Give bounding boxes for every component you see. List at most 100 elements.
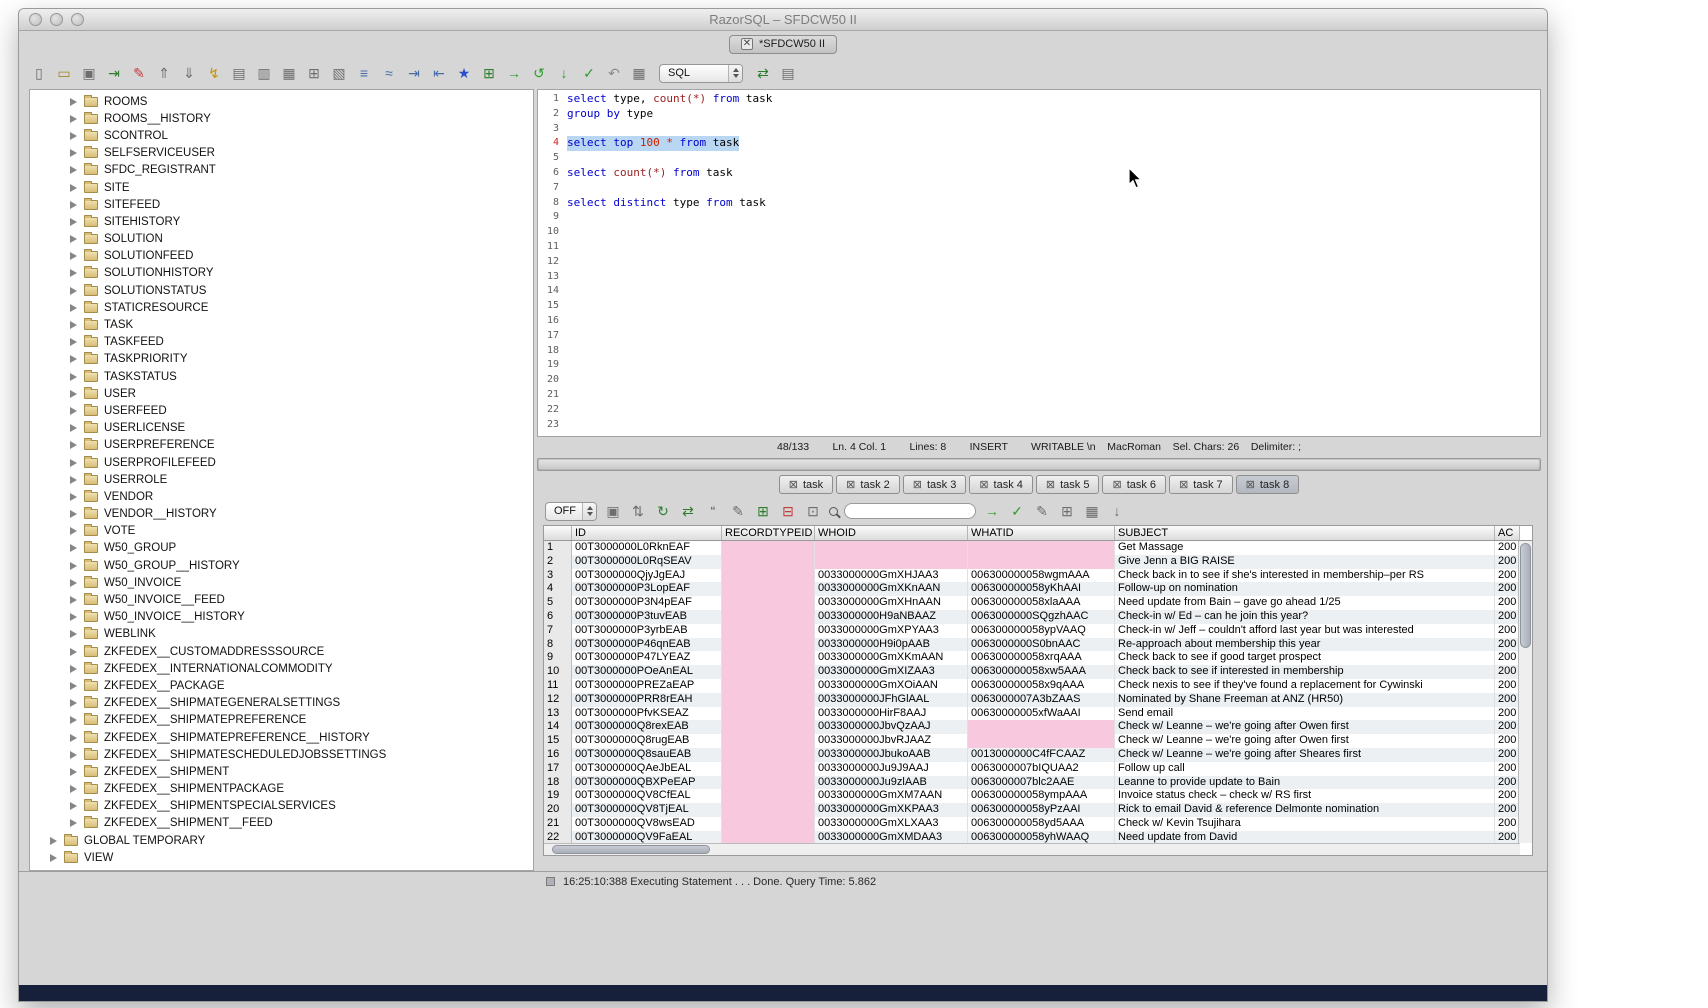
cell[interactable]: 00T3000000Q8rugEAB <box>572 734 722 748</box>
cell[interactable]: 0013000000C4fFCAAZ <box>968 748 1115 762</box>
open-file-icon[interactable]: ▭ <box>54 63 74 83</box>
cell[interactable]: 0033000000Ju9zlAAB <box>815 776 968 790</box>
column-header[interactable]: RECORDTYPEID <box>722 526 815 540</box>
paste-icon[interactable]: ▧ <box>329 63 349 83</box>
sort-icon[interactable]: ⇅ <box>628 501 648 521</box>
disclosure-triangle-icon[interactable] <box>70 201 77 209</box>
cell[interactable]: Need update from Bain – gave go ahead 1/… <box>1115 596 1495 610</box>
cell[interactable]: Check w/ Leanne – we're going after Owen… <box>1115 720 1495 734</box>
tree-item[interactable]: VIEW <box>30 849 533 866</box>
cell[interactable]: 200 <box>1495 582 1520 596</box>
cell[interactable] <box>722 569 815 583</box>
cell[interactable]: 0033000000HirF8AAJ <box>815 707 968 721</box>
cell[interactable]: 0033000000JbukoAAB <box>815 748 968 762</box>
disclosure-triangle-icon[interactable] <box>70 321 77 329</box>
tab-close-icon[interactable]: ⊠ <box>979 478 988 491</box>
table-row[interactable]: 1700T3000000QAeJbEAL0033000000Ju9J9AAJ00… <box>544 762 1520 776</box>
cell[interactable] <box>968 734 1115 748</box>
tree-item[interactable]: VENDOR <box>30 488 533 505</box>
cell[interactable]: 00T3000000P46qnEAB <box>572 638 722 652</box>
disclosure-triangle-icon[interactable] <box>70 355 77 363</box>
format-sql-icon[interactable]: ≡ <box>354 63 374 83</box>
cell[interactable]: Check w/ Leanne – we're going after Shea… <box>1115 748 1495 762</box>
save-icon[interactable]: ▣ <box>79 63 99 83</box>
cell[interactable]: 0063000000SQgzhAAC <box>968 610 1115 624</box>
code-line[interactable] <box>567 122 772 137</box>
cell[interactable]: 0033000000JbvQzAAJ <box>815 720 968 734</box>
cell[interactable] <box>722 720 815 734</box>
cell[interactable]: 200 <box>1495 651 1520 665</box>
cell[interactable]: 00T3000000L0RknEAF <box>572 541 722 555</box>
cell[interactable]: 00T3000000QV8TjEAL <box>572 803 722 817</box>
cell[interactable]: 0063000007A3bZAAS <box>968 693 1115 707</box>
disclosure-triangle-icon[interactable] <box>70 785 77 793</box>
code-line[interactable] <box>567 418 772 433</box>
disclosure-triangle-icon[interactable] <box>70 269 77 277</box>
tree-item[interactable]: SITEFEED <box>30 196 533 213</box>
cell[interactable]: Check w/ Kevin Tsujihara <box>1115 817 1495 831</box>
table-row[interactable]: 1000T3000000POeAnEAL0033000000GmXIZAA300… <box>544 665 1520 679</box>
tab-close-icon[interactable]: ⊠ <box>1179 478 1188 491</box>
disclosure-triangle-icon[interactable] <box>70 424 77 432</box>
table-row[interactable]: 500T3000000P3N4pEAF0033000000GmXHnAAN006… <box>544 596 1520 610</box>
disclosure-triangle-icon[interactable] <box>70 510 77 518</box>
cell[interactable]: 00T3000000PREZaEAP <box>572 679 722 693</box>
cell[interactable]: 0033000000GmXPYAA3 <box>815 624 968 638</box>
tree-item[interactable]: SOLUTION <box>30 231 533 248</box>
disclosure-triangle-icon[interactable] <box>70 630 77 638</box>
disclosure-triangle-icon[interactable] <box>70 476 77 484</box>
cell[interactable] <box>968 541 1115 555</box>
cell[interactable] <box>968 720 1115 734</box>
disclosure-triangle-icon[interactable] <box>70 544 77 552</box>
cell[interactable] <box>722 665 815 679</box>
disclosure-triangle-icon[interactable] <box>70 149 77 157</box>
code-line[interactable] <box>567 403 772 418</box>
cell[interactable]: 006300000058ypVAAQ <box>968 624 1115 638</box>
cell[interactable]: 0033000000GmXIZAA3 <box>815 665 968 679</box>
cell[interactable]: Check nexis to see if they've found a re… <box>1115 679 1495 693</box>
row-limit-select[interactable]: OFF <box>545 502 597 521</box>
tree-item[interactable]: ZKFEDEX__SHIPMENT <box>30 763 533 780</box>
save-results-icon[interactable]: ▣ <box>603 501 623 521</box>
export-results-icon[interactable]: ↓ <box>1107 501 1127 521</box>
cell[interactable] <box>722 817 815 831</box>
cell[interactable] <box>722 762 815 776</box>
tree-item[interactable]: USERLICENSE <box>30 420 533 437</box>
cell[interactable]: 0033000000GmXKnAAN <box>815 582 968 596</box>
cell[interactable]: 0033000000GmXKmAAN <box>815 651 968 665</box>
tree-item[interactable]: VOTE <box>30 523 533 540</box>
cell[interactable]: 006300000058yd5AAA <box>968 817 1115 831</box>
cell[interactable]: 0033000000GmXKPAA3 <box>815 803 968 817</box>
quotes-icon[interactable]: “ <box>703 501 723 521</box>
connections-icon[interactable]: ⇄ <box>753 63 773 83</box>
cell[interactable] <box>722 596 815 610</box>
cell[interactable]: Invoice status check – check w/ RS first <box>1115 789 1495 803</box>
minimize-button[interactable] <box>50 13 63 26</box>
cell[interactable]: 00T3000000P3tuvEAB <box>572 610 722 624</box>
code-line[interactable]: select type, count(*) from task <box>567 92 772 107</box>
cell[interactable] <box>722 734 815 748</box>
disclosure-triangle-icon[interactable] <box>70 682 77 690</box>
validate-icon[interactable]: ✓ <box>579 63 599 83</box>
duplicate-row-icon[interactable]: ⊡ <box>803 501 823 521</box>
disclosure-triangle-icon[interactable] <box>70 648 77 656</box>
cell[interactable]: 200 <box>1495 734 1520 748</box>
cell[interactable]: 200 <box>1495 707 1520 721</box>
cell[interactable]: 00T3000000POeAnEAL <box>572 665 722 679</box>
cell[interactable]: 0033000000GmXLXAA3 <box>815 817 968 831</box>
tree-item[interactable]: SOLUTIONHISTORY <box>30 265 533 282</box>
cell[interactable]: 200 <box>1495 776 1520 790</box>
cell[interactable]: Leanne to provide update to Bain <box>1115 776 1495 790</box>
cell[interactable]: 006300000058x9qAAA <box>968 679 1115 693</box>
cell[interactable] <box>722 624 815 638</box>
scrollbar-thumb[interactable] <box>552 845 710 854</box>
cell[interactable]: 0033000000JbvRJAAZ <box>815 734 968 748</box>
cell[interactable]: 0033000000GmXHnAAN <box>815 596 968 610</box>
favorites-icon[interactable]: ★ <box>454 63 474 83</box>
tree-item[interactable]: ZKFEDEX__INTERNATIONALCOMMODITY <box>30 660 533 677</box>
cell[interactable]: 00630000005xfWaAAI <box>968 707 1115 721</box>
titlebar[interactable]: RazorSQL – SFDCW50 II <box>19 9 1547 31</box>
cell[interactable] <box>722 789 815 803</box>
cell[interactable]: 200 <box>1495 762 1520 776</box>
cell[interactable]: 00T3000000P47LYEAZ <box>572 651 722 665</box>
